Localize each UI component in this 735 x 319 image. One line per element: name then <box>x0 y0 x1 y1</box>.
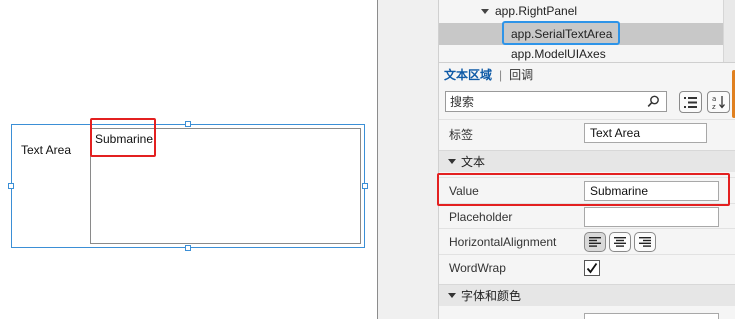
search-icon[interactable] <box>647 95 660 108</box>
search-field[interactable] <box>445 91 667 112</box>
property-name: HorizontalAlignment <box>449 235 557 249</box>
chevron-down-icon[interactable] <box>481 8 489 14</box>
sort-button[interactable]: a z <box>707 91 730 113</box>
placeholder-field[interactable] <box>584 207 719 227</box>
svg-text:a: a <box>712 95 716 103</box>
label-field[interactable]: Text Area <box>584 123 707 143</box>
property-name: WordWrap <box>449 261 506 275</box>
highlight-annotation-canvas-value <box>90 118 156 157</box>
tree-item-modeluiaxes[interactable]: app.ModelUIAxes <box>439 45 723 62</box>
check-icon <box>586 262 598 274</box>
highlight-annotation-tree <box>502 21 620 45</box>
align-center-button[interactable] <box>609 232 631 252</box>
section-title: 文本 <box>461 155 486 169</box>
align-right-icon <box>639 237 651 247</box>
highlight-annotation-value-row <box>437 173 730 206</box>
search-input[interactable] <box>446 92 636 111</box>
property-row-placeholder: Placeholder <box>439 203 735 229</box>
tree-item-label: app.RightPanel <box>495 4 578 18</box>
align-left-icon <box>589 237 601 247</box>
tree-item-label: app.ModelUIAxes <box>511 46 606 61</box>
property-name: 标签 <box>449 128 474 142</box>
component-browser-tree: app.RightPanel app.SerialTextArea app.Mo… <box>439 0 735 62</box>
property-name: Placeholder <box>449 210 513 224</box>
tab-textarea[interactable]: 文本区域 <box>444 66 492 83</box>
section-header-font-color[interactable]: 字体和颜色 <box>439 284 735 306</box>
align-left-button[interactable] <box>584 232 606 252</box>
font-field-partial[interactable] <box>584 313 719 319</box>
svg-text:z: z <box>712 103 716 110</box>
tab-separator: | <box>499 67 503 82</box>
tree-item-rightpanel[interactable]: app.RightPanel <box>439 0 723 22</box>
property-inspector: app.RightPanel app.SerialTextArea app.Mo… <box>438 0 735 319</box>
sort-az-icon: a z <box>712 95 725 110</box>
property-row-wordwrap: WordWrap <box>439 254 735 280</box>
design-canvas: Text Area Submarine <box>0 0 377 319</box>
resize-handle-bottom[interactable] <box>185 245 191 251</box>
resize-handle-left[interactable] <box>8 183 14 189</box>
chevron-down-icon <box>448 293 456 298</box>
tab-callbacks[interactable]: 回调 <box>509 66 533 83</box>
chevron-down-icon <box>448 159 456 164</box>
categorize-button[interactable] <box>679 91 702 113</box>
wordwrap-checkbox[interactable] <box>584 260 600 276</box>
list-categorize-icon <box>684 96 697 108</box>
panel-splitter[interactable] <box>377 0 438 319</box>
align-right-button[interactable] <box>634 232 656 252</box>
property-row-halign: HorizontalAlignment <box>439 228 735 254</box>
tree-scrollbar[interactable] <box>723 0 735 62</box>
resize-handle-right[interactable] <box>362 183 368 189</box>
resize-handle-top[interactable] <box>185 121 191 127</box>
align-center-icon <box>614 237 626 247</box>
section-header-text[interactable]: 文本 <box>439 150 735 172</box>
textarea-label: Text Area <box>21 143 72 157</box>
property-row-label: 标签 Text Area <box>439 119 735 145</box>
section-title: 字体和颜色 <box>461 289 522 303</box>
inspector-tabs: 文本区域 | 回调 <box>439 62 735 86</box>
